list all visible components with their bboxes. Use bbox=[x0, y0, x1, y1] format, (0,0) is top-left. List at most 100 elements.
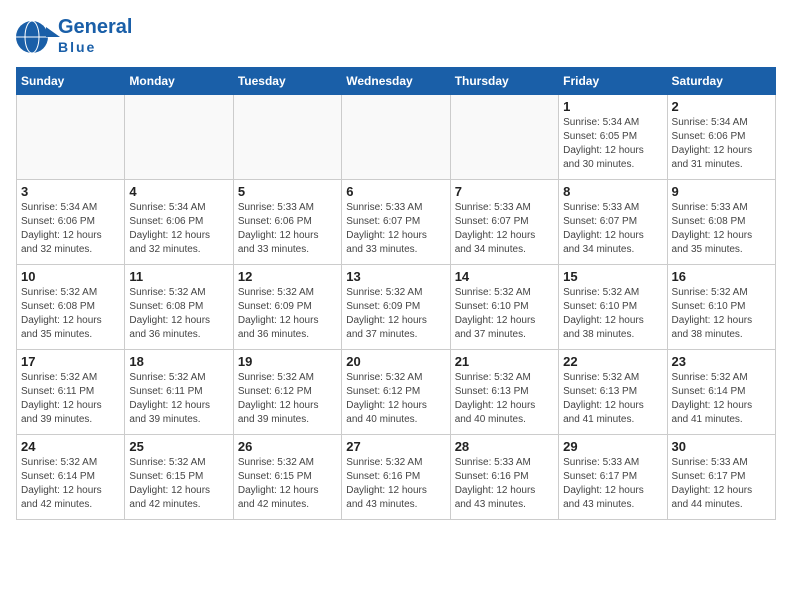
calendar-day-cell: 2 Sunrise: 5:34 AM Sunset: 6:06 PM Daylig… bbox=[667, 95, 775, 180]
calendar-day-cell: 6 Sunrise: 5:33 AM Sunset: 6:07 PM Daylig… bbox=[342, 180, 450, 265]
calendar-day-cell: 18Sunrise: 5:32 AM Sunset: 6:11 PM Dayli… bbox=[125, 350, 233, 435]
calendar-week-row: 17 Sunrise: 5:32 AM Sunset: 6:11 PM Dayli… bbox=[17, 350, 776, 435]
calendar-day-cell bbox=[17, 95, 125, 180]
day-number: 22 bbox=[563, 354, 662, 369]
calendar-day-cell: 1Sunrise: 5:34 AM Sunset: 6:05 PM Daylig… bbox=[559, 95, 667, 180]
calendar-week-row: 10 Sunrise: 5:32 AM Sunset: 6:08 PM Dayli… bbox=[17, 265, 776, 350]
calendar-day-cell: 12 Sunrise: 5:32 AM Sunset: 6:09 PM Dayli… bbox=[233, 265, 341, 350]
logo: General Blue bbox=[16, 16, 132, 57]
day-number: 2 bbox=[672, 99, 771, 114]
day-info: Sunrise: 5:32 AM Sunset: 6:09 PM Dayligh… bbox=[346, 286, 445, 342]
logo-icon bbox=[16, 19, 52, 55]
day-number: 3 bbox=[21, 184, 120, 199]
calendar-day-cell: 23 Sunrise: 5:32 AM Sunset: 6:14 PM Dayli… bbox=[667, 350, 775, 435]
day-info: Sunrise: 5:32 AM Sunset: 6:10 PM Dayligh… bbox=[455, 286, 554, 342]
calendar-day-cell: 9 Sunrise: 5:33 AM Sunset: 6:08 PM Daylig… bbox=[667, 180, 775, 265]
day-info: Sunrise: 5:34 AM Sunset: 6:06 PM Dayligh… bbox=[21, 201, 120, 257]
day-info: Sunrise: 5:32 AM Sunset: 6:14 PM Dayligh… bbox=[672, 371, 771, 427]
day-info: Sunrise: 5:32 AM Sunset: 6:09 PM Dayligh… bbox=[238, 286, 337, 342]
calendar-day-cell bbox=[125, 95, 233, 180]
day-number: 8 bbox=[563, 184, 662, 199]
day-info: Sunrise: 5:32 AM Sunset: 6:13 PM Dayligh… bbox=[455, 371, 554, 427]
calendar-day-cell: 20 Sunrise: 5:32 AM Sunset: 6:12 PM Dayli… bbox=[342, 350, 450, 435]
calendar-header-cell: Sunday bbox=[17, 68, 125, 95]
calendar-header-cell: Thursday bbox=[450, 68, 558, 95]
day-number: 11 bbox=[129, 269, 228, 284]
calendar-week-row: 1Sunrise: 5:34 AM Sunset: 6:05 PM Daylig… bbox=[17, 95, 776, 180]
calendar-week-row: 24Sunrise: 5:32 AM Sunset: 6:14 PM Dayli… bbox=[17, 435, 776, 520]
day-info: Sunrise: 5:34 AM Sunset: 6:06 PM Dayligh… bbox=[129, 201, 228, 257]
calendar-day-cell: 16 Sunrise: 5:32 AM Sunset: 6:10 PM Dayli… bbox=[667, 265, 775, 350]
calendar-day-cell: 30 Sunrise: 5:33 AM Sunset: 6:17 PM Dayli… bbox=[667, 435, 775, 520]
day-info: Sunrise: 5:32 AM Sunset: 6:14 PM Dayligh… bbox=[21, 456, 120, 512]
day-number: 12 bbox=[238, 269, 337, 284]
calendar-header-cell: Monday bbox=[125, 68, 233, 95]
day-info: Sunrise: 5:33 AM Sunset: 6:16 PM Dayligh… bbox=[455, 456, 554, 512]
day-info: Sunrise: 5:32 AM Sunset: 6:11 PM Dayligh… bbox=[21, 371, 120, 427]
day-number: 5 bbox=[238, 184, 337, 199]
calendar-body: 1Sunrise: 5:34 AM Sunset: 6:05 PM Daylig… bbox=[17, 95, 776, 520]
calendar-day-cell bbox=[342, 95, 450, 180]
day-info: Sunrise: 5:32 AM Sunset: 6:16 PM Dayligh… bbox=[346, 456, 445, 512]
day-info: Sunrise: 5:32 AM Sunset: 6:13 PM Dayligh… bbox=[563, 371, 662, 427]
day-number: 25 bbox=[129, 439, 228, 454]
day-number: 16 bbox=[672, 269, 771, 284]
calendar-day-cell: 19Sunrise: 5:32 AM Sunset: 6:12 PM Dayli… bbox=[233, 350, 341, 435]
calendar-day-cell: 27 Sunrise: 5:32 AM Sunset: 6:16 PM Dayli… bbox=[342, 435, 450, 520]
calendar-day-cell: 15 Sunrise: 5:32 AM Sunset: 6:10 PM Dayli… bbox=[559, 265, 667, 350]
day-info: Sunrise: 5:32 AM Sunset: 6:15 PM Dayligh… bbox=[129, 456, 228, 512]
day-number: 20 bbox=[346, 354, 445, 369]
day-info: Sunrise: 5:33 AM Sunset: 6:17 PM Dayligh… bbox=[672, 456, 771, 512]
calendar-day-cell: 10 Sunrise: 5:32 AM Sunset: 6:08 PM Dayli… bbox=[17, 265, 125, 350]
day-number: 28 bbox=[455, 439, 554, 454]
calendar-table: SundayMondayTuesdayWednesdayThursdayFrid… bbox=[16, 67, 776, 520]
calendar-day-cell: 28 Sunrise: 5:33 AM Sunset: 6:16 PM Dayli… bbox=[450, 435, 558, 520]
calendar-header-cell: Friday bbox=[559, 68, 667, 95]
day-number: 15 bbox=[563, 269, 662, 284]
calendar-day-cell: 8Sunrise: 5:33 AM Sunset: 6:07 PM Daylig… bbox=[559, 180, 667, 265]
calendar-day-cell: 14 Sunrise: 5:32 AM Sunset: 6:10 PM Dayli… bbox=[450, 265, 558, 350]
day-number: 30 bbox=[672, 439, 771, 454]
day-number: 9 bbox=[672, 184, 771, 199]
calendar-day-cell: 29Sunrise: 5:33 AM Sunset: 6:17 PM Dayli… bbox=[559, 435, 667, 520]
day-number: 29 bbox=[563, 439, 662, 454]
day-number: 13 bbox=[346, 269, 445, 284]
day-number: 18 bbox=[129, 354, 228, 369]
day-info: Sunrise: 5:32 AM Sunset: 6:10 PM Dayligh… bbox=[563, 286, 662, 342]
calendar-day-cell: 3 Sunrise: 5:34 AM Sunset: 6:06 PM Daylig… bbox=[17, 180, 125, 265]
calendar-day-cell: 26 Sunrise: 5:32 AM Sunset: 6:15 PM Dayli… bbox=[233, 435, 341, 520]
day-number: 10 bbox=[21, 269, 120, 284]
day-number: 23 bbox=[672, 354, 771, 369]
calendar-day-cell bbox=[450, 95, 558, 180]
calendar-day-cell: 21 Sunrise: 5:32 AM Sunset: 6:13 PM Dayli… bbox=[450, 350, 558, 435]
calendar-day-cell: 11 Sunrise: 5:32 AM Sunset: 6:08 PM Dayli… bbox=[125, 265, 233, 350]
logo-text: General Blue bbox=[58, 16, 132, 57]
day-info: Sunrise: 5:34 AM Sunset: 6:05 PM Dayligh… bbox=[563, 116, 662, 172]
day-info: Sunrise: 5:32 AM Sunset: 6:12 PM Dayligh… bbox=[346, 371, 445, 427]
day-info: Sunrise: 5:33 AM Sunset: 6:06 PM Dayligh… bbox=[238, 201, 337, 257]
calendar-header-cell: Tuesday bbox=[233, 68, 341, 95]
calendar-day-cell: 25 Sunrise: 5:32 AM Sunset: 6:15 PM Dayli… bbox=[125, 435, 233, 520]
day-info: Sunrise: 5:34 AM Sunset: 6:06 PM Dayligh… bbox=[672, 116, 771, 172]
day-info: Sunrise: 5:33 AM Sunset: 6:07 PM Dayligh… bbox=[346, 201, 445, 257]
day-number: 21 bbox=[455, 354, 554, 369]
calendar-day-cell: 7Sunrise: 5:33 AM Sunset: 6:07 PM Daylig… bbox=[450, 180, 558, 265]
day-number: 14 bbox=[455, 269, 554, 284]
day-info: Sunrise: 5:32 AM Sunset: 6:08 PM Dayligh… bbox=[129, 286, 228, 342]
calendar-header: SundayMondayTuesdayWednesdayThursdayFrid… bbox=[17, 68, 776, 95]
calendar-day-cell: 17 Sunrise: 5:32 AM Sunset: 6:11 PM Dayli… bbox=[17, 350, 125, 435]
day-info: Sunrise: 5:32 AM Sunset: 6:15 PM Dayligh… bbox=[238, 456, 337, 512]
calendar-day-cell: 24Sunrise: 5:32 AM Sunset: 6:14 PM Dayli… bbox=[17, 435, 125, 520]
day-number: 17 bbox=[21, 354, 120, 369]
calendar-header-cell: Wednesday bbox=[342, 68, 450, 95]
day-info: Sunrise: 5:32 AM Sunset: 6:10 PM Dayligh… bbox=[672, 286, 771, 342]
calendar-header-cell: Saturday bbox=[667, 68, 775, 95]
day-number: 6 bbox=[346, 184, 445, 199]
calendar-day-cell: 5 Sunrise: 5:33 AM Sunset: 6:06 PM Daylig… bbox=[233, 180, 341, 265]
day-info: Sunrise: 5:33 AM Sunset: 6:08 PM Dayligh… bbox=[672, 201, 771, 257]
day-info: Sunrise: 5:32 AM Sunset: 6:12 PM Dayligh… bbox=[238, 371, 337, 427]
day-number: 27 bbox=[346, 439, 445, 454]
day-info: Sunrise: 5:32 AM Sunset: 6:08 PM Dayligh… bbox=[21, 286, 120, 342]
day-number: 4 bbox=[129, 184, 228, 199]
day-number: 26 bbox=[238, 439, 337, 454]
